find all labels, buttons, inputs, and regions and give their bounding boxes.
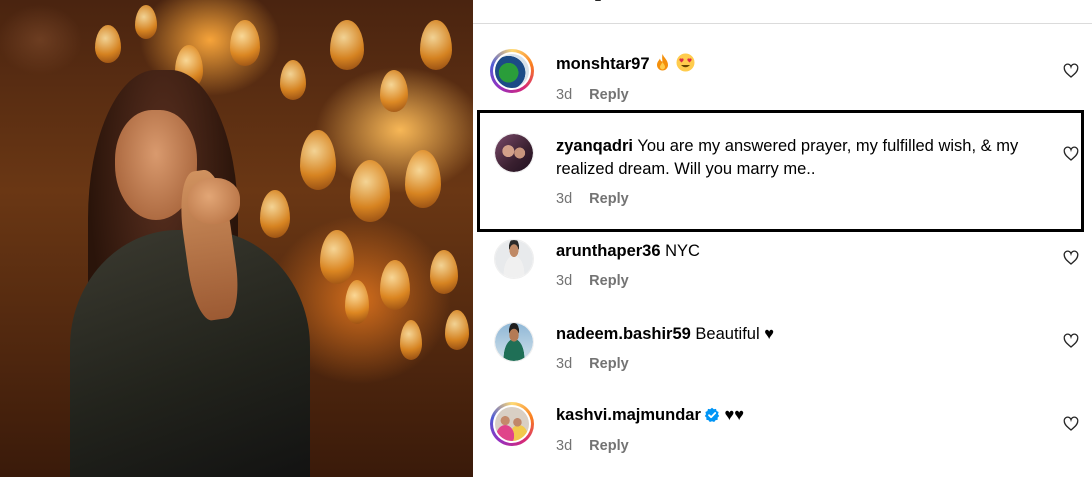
heart-outline-icon[interactable] xyxy=(1063,416,1079,432)
fire-emoji-icon xyxy=(654,53,671,79)
comment-username[interactable]: arunthaper36 xyxy=(556,242,661,260)
comment-time: 3d xyxy=(556,191,573,207)
comment-username[interactable]: nadeem.bashir59 xyxy=(556,325,691,343)
post-photo xyxy=(0,0,473,477)
panel-header xyxy=(473,0,1092,24)
reply-button[interactable]: Reply xyxy=(589,273,629,289)
avatar[interactable] xyxy=(494,133,534,173)
comment-username[interactable]: kashvi.majmundar xyxy=(556,406,701,424)
verified-badge-icon xyxy=(704,407,720,430)
heart-outline-icon[interactable] xyxy=(1063,333,1079,349)
comment-text: You are my answered prayer, my fulfilled… xyxy=(637,137,1019,155)
comment-text-line2: realized dream. Will you marry me.. xyxy=(556,160,816,178)
avatar[interactable] xyxy=(494,322,534,362)
comment-time: 3d xyxy=(556,273,573,289)
comment-username[interactable]: monshtar97 xyxy=(556,55,650,73)
reply-button[interactable]: Reply xyxy=(589,438,629,454)
header-text-fragment xyxy=(595,0,601,1)
heart-outline-icon[interactable] xyxy=(1063,63,1079,79)
comment-time: 3d xyxy=(556,87,573,103)
reply-button[interactable]: Reply xyxy=(589,87,629,103)
comment-time: 3d xyxy=(556,438,573,454)
reply-button[interactable]: Reply xyxy=(589,191,629,207)
reply-button[interactable]: Reply xyxy=(589,356,629,372)
heart-outline-icon[interactable] xyxy=(1063,146,1079,162)
comment-time: 3d xyxy=(556,356,573,372)
comment-text: Beautiful ♥ xyxy=(695,325,774,343)
comment-text: ♥♥ xyxy=(724,406,745,424)
comment-username[interactable]: zyanqadri xyxy=(556,137,633,155)
avatar[interactable] xyxy=(490,402,534,446)
heart-outline-icon[interactable] xyxy=(1063,250,1079,266)
heart-eyes-emoji-icon xyxy=(676,53,695,79)
comments-panel: monshtar97 3d Reply zyanqadri You are my… xyxy=(473,0,1092,477)
comment-text: NYC xyxy=(665,242,700,260)
avatar[interactable] xyxy=(490,49,534,93)
avatar[interactable] xyxy=(494,239,534,279)
